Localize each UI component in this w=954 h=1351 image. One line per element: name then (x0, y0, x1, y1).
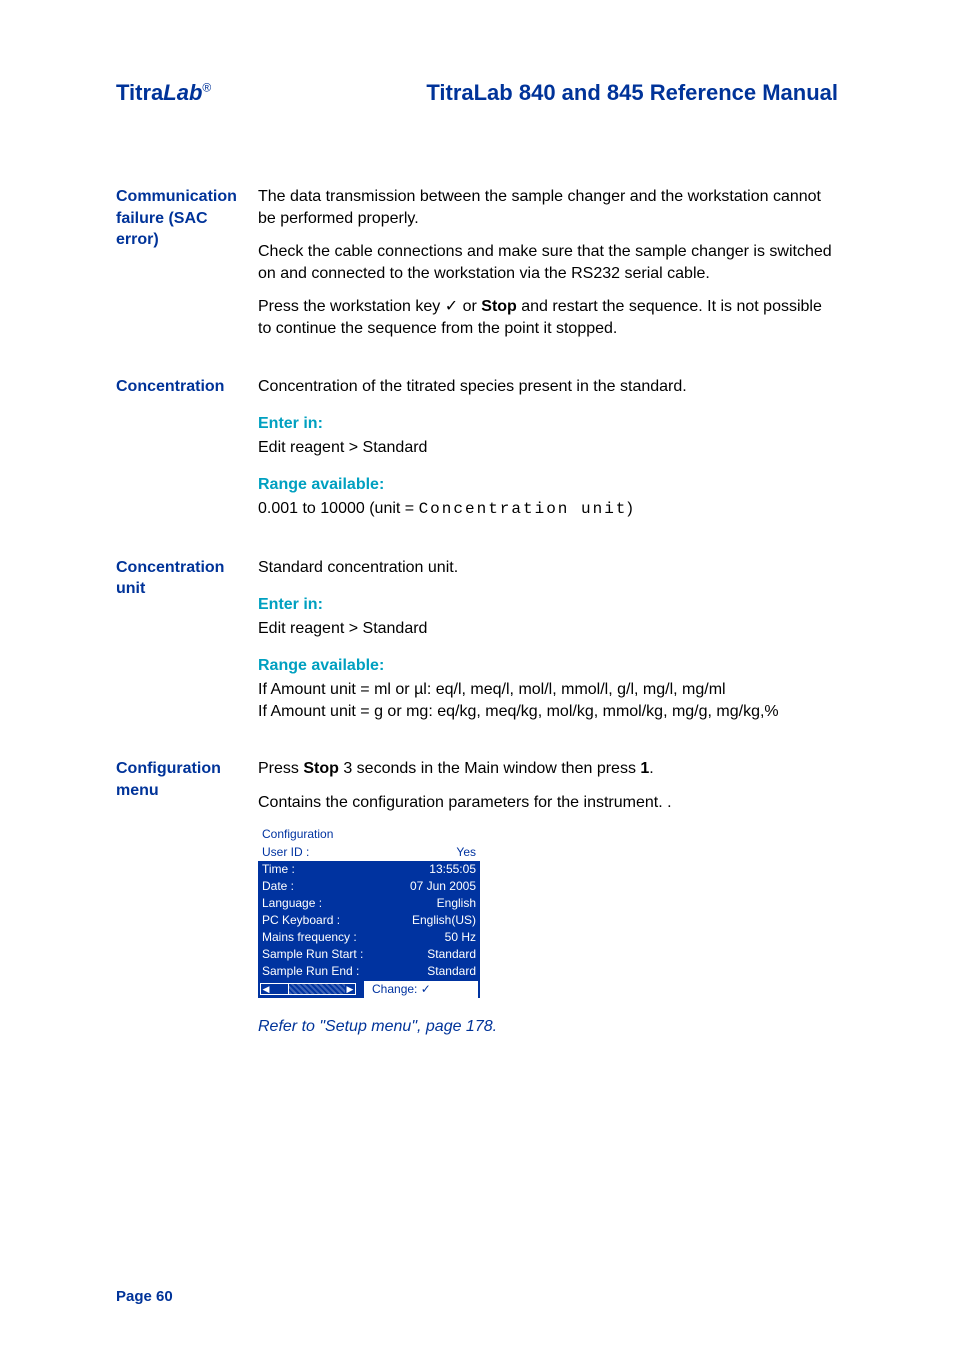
row-key: Time : (262, 861, 295, 878)
entry-communication-failure: Communication failure (SAC error) The da… (116, 186, 838, 340)
paragraph: Press the workstation key ✓ or Stop and … (258, 296, 838, 339)
entry-concentration: Concentration Concentration of the titra… (116, 376, 838, 521)
scroll-left-icon: ◀ (261, 984, 271, 994)
key-stop: Stop (481, 298, 517, 315)
enter-in-text: Edit reagent > Standard (258, 618, 838, 640)
screenshot-row: Sample Run Start : Standard (258, 946, 480, 963)
row-value: English (437, 895, 476, 912)
entry-label: Concentration unit (116, 557, 258, 723)
brand-reg: ® (202, 81, 211, 95)
reference-link[interactable]: Refer to "Setup menu", page 178. (258, 1016, 838, 1038)
entry-body: Concentration of the titrated species pr… (258, 376, 838, 521)
key-stop: Stop (303, 760, 339, 777)
brand-suffix: Lab (163, 80, 202, 105)
range-text: 0.001 to 10000 (unit = Concentration uni… (258, 498, 838, 521)
screenshot-row: Date : 07 Jun 2005 (258, 878, 480, 895)
range-text: If Amount unit = ml or µl: eq/l, meq/l, … (258, 679, 838, 722)
row-value: English(US) (412, 912, 476, 929)
row-key: Sample Run Start : (262, 946, 363, 963)
mono-text: Concentration unit (419, 500, 628, 518)
row-key: Date : (262, 878, 294, 895)
row-value: 50 Hz (445, 929, 476, 946)
screenshot-row: PC Keyboard : English(US) (258, 912, 480, 929)
entry-label: Communication failure (SAC error) (116, 186, 258, 340)
screenshot-row-selected: User ID : Yes (258, 844, 480, 861)
page-header: TitraLab® TitraLab 840 and 845 Reference… (116, 80, 838, 106)
key-1: 1 (640, 760, 649, 777)
enter-in-label: Enter in: (258, 594, 838, 616)
row-value: Yes (456, 844, 476, 861)
entry-concentration-unit: Concentration unit Standard concentratio… (116, 557, 838, 723)
range-label: Range available: (258, 474, 838, 496)
screenshot-row: Language : English (258, 895, 480, 912)
paragraph: Press Stop 3 seconds in the Main window … (258, 758, 838, 780)
configuration-screenshot: Configuration User ID : Yes Time : 13:55… (258, 825, 480, 998)
range-label: Range available: (258, 655, 838, 677)
row-value: Standard (427, 946, 476, 963)
scroll-right-icon: ▶ (345, 984, 355, 994)
entry-body: Press Stop 3 seconds in the Main window … (258, 758, 838, 1038)
entry-configuration-menu: Configuration menu Press Stop 3 seconds … (116, 758, 838, 1038)
screenshot-row: Mains frequency : 50 Hz (258, 929, 480, 946)
text: ) (627, 500, 632, 517)
row-key: Mains frequency : (262, 929, 357, 946)
screenshot-footer: ◀ ▶ Change: ✓ (258, 980, 480, 998)
paragraph: Concentration of the titrated species pr… (258, 376, 838, 398)
text: Press the workstation key ✓ or (258, 298, 481, 315)
text: . (649, 760, 653, 777)
screenshot-row: Time : 13:55:05 (258, 861, 480, 878)
entry-label: Concentration (116, 376, 258, 521)
brand-logo: TitraLab® (116, 80, 211, 106)
row-value: Standard (427, 963, 476, 980)
paragraph: The data transmission between the sample… (258, 186, 838, 229)
enter-in-text: Edit reagent > Standard (258, 437, 838, 459)
paragraph: Check the cable connections and make sur… (258, 241, 838, 284)
row-key: User ID : (262, 844, 309, 861)
enter-in-label: Enter in: (258, 413, 838, 435)
entry-body: The data transmission between the sample… (258, 186, 838, 340)
paragraph: Standard concentration unit. (258, 557, 838, 579)
screenshot-row: Sample Run End : Standard (258, 963, 480, 980)
page-number: Page 60 (116, 1288, 173, 1305)
paragraph: Contains the configuration parameters fo… (258, 792, 838, 814)
scroll-thumb (271, 984, 289, 994)
row-key: PC Keyboard : (262, 912, 340, 929)
row-key: Sample Run End : (262, 963, 359, 980)
row-value: 13:55:05 (429, 861, 476, 878)
text: Press (258, 760, 303, 777)
row-key: Language : (262, 895, 322, 912)
entry-label: Configuration menu (116, 758, 258, 1038)
screenshot-footer-label: Change: ✓ (364, 981, 478, 998)
text: 0.001 to 10000 (unit = (258, 500, 419, 517)
screenshot-title: Configuration (258, 825, 480, 844)
text: 3 seconds in the Main window then press (339, 760, 641, 777)
brand-prefix: Titra (116, 80, 163, 105)
entry-body: Standard concentration unit. Enter in: E… (258, 557, 838, 723)
scrollbar: ◀ ▶ (260, 983, 356, 995)
row-value: 07 Jun 2005 (410, 878, 476, 895)
document-title: TitraLab 840 and 845 Reference Manual (426, 80, 838, 106)
